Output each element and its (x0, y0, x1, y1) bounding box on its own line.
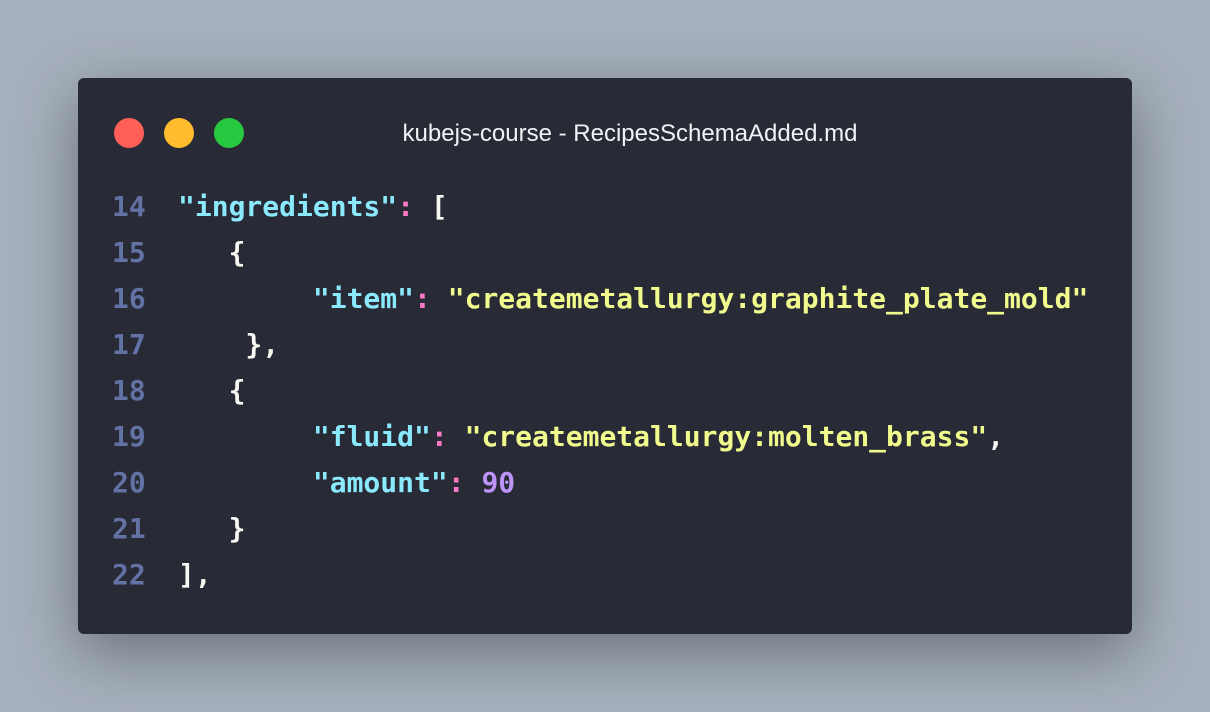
line-number: 17 (112, 328, 146, 361)
line-number: 20 (112, 466, 146, 499)
line-number: 14 (112, 190, 146, 223)
code-token-plain: { (178, 236, 246, 269)
line-number: 18 (112, 374, 146, 407)
code-token-plain: { (178, 374, 246, 407)
code-token-punct: : (414, 282, 431, 315)
code-token-str: "createmetallurgy:molten_brass" (464, 420, 988, 453)
code-token-plain: }, (178, 328, 280, 361)
editor-window: kubejs-course - RecipesSchemaAdded.md 14… (78, 78, 1132, 634)
line-content: }, (178, 322, 279, 368)
code-token-key: "ingredients" (178, 190, 398, 223)
code-token-str: "createmetallurgy:graphite_plate_mold" (447, 282, 1089, 315)
line-content: "ingredients": [ (178, 184, 448, 230)
code-token-punct: : (397, 190, 415, 223)
line-content: } (178, 506, 246, 552)
line-content: { (178, 230, 246, 276)
line-number: 16 (112, 282, 146, 315)
code-token-key: "amount" (312, 466, 448, 499)
line-content: "amount": 90 (178, 460, 515, 506)
code-token-plain: } (178, 512, 246, 545)
line-content: { (178, 368, 246, 414)
line-content: ], (178, 552, 212, 598)
code-token-punct: : (430, 420, 448, 453)
window-title: kubejs-course - RecipesSchemaAdded.md (402, 120, 858, 147)
code-token-plain: [ (414, 190, 448, 223)
code-token-plain: ], (178, 558, 212, 591)
line-number: 19 (112, 420, 146, 453)
line-number: 15 (112, 236, 146, 269)
code-token-key: "fluid" (312, 420, 431, 453)
code-token-punct: : (447, 466, 465, 499)
code-token-key: "item" (312, 282, 415, 315)
code-token-plain: , (987, 420, 1005, 453)
line-content: "item": "createmetallurgy:graphite_plate… (178, 276, 1088, 322)
line-content: "fluid": "createmetallurgy:molten_brass"… (178, 414, 1004, 460)
code-token-num: 90 (481, 466, 516, 499)
line-number: 21 (112, 512, 146, 545)
line-number: 22 (112, 558, 146, 591)
